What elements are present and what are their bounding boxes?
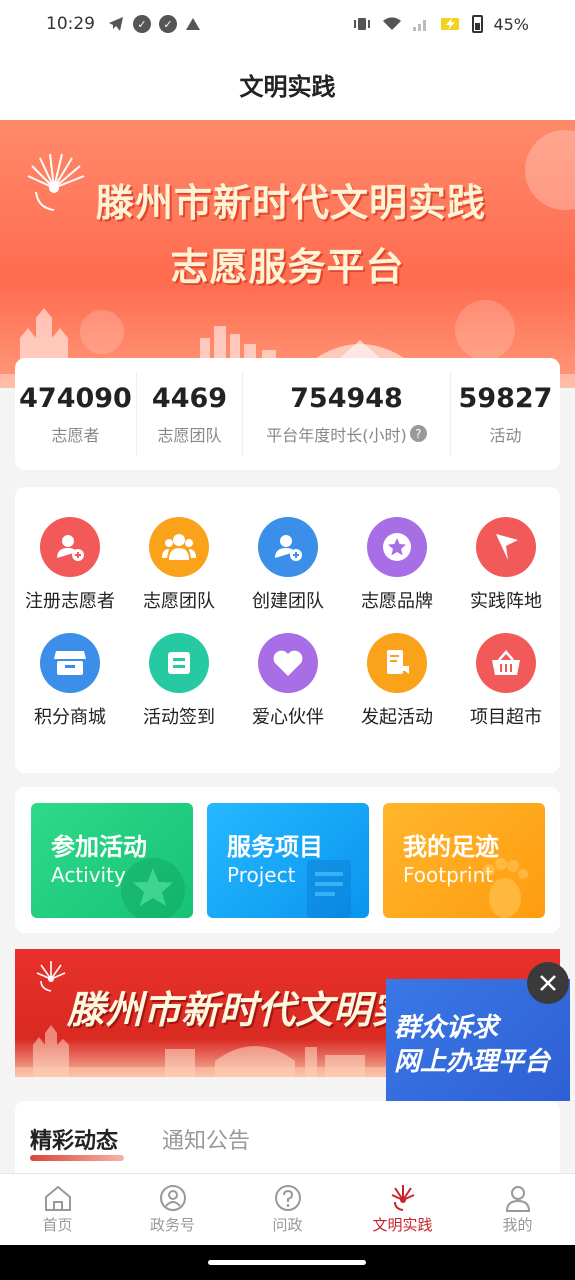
menu-points-store[interactable]: 积分商城 xyxy=(15,633,125,729)
page-title: 文明实践 xyxy=(0,48,575,120)
footprint-icon xyxy=(483,858,528,918)
signal-icon xyxy=(413,20,427,31)
stat-value: 4469 xyxy=(151,382,228,414)
feature-grid: 注册志愿者 志愿团队 创建团队 志愿品牌 实践阵地 积分商城 活动签到 爱心伙伴… xyxy=(15,487,560,773)
menu-launch-activity[interactable]: 发起活动 xyxy=(342,633,452,729)
telegram-icon xyxy=(109,17,123,31)
tab-label: 问政 xyxy=(272,1216,303,1234)
menu-label: 爱心伙伴 xyxy=(252,707,324,728)
civilization-logo-icon xyxy=(27,153,85,211)
card-join-activity[interactable]: 参加活动 Activity xyxy=(31,803,193,918)
tab-gov-account[interactable]: 政务号 xyxy=(115,1174,230,1245)
menu-label: 活动签到 xyxy=(143,707,215,728)
card-my-footprint[interactable]: 我的足迹 Footprint xyxy=(383,803,545,918)
scan-checkin-icon xyxy=(149,633,209,693)
stat-label: 平台年度时长(小时)? xyxy=(266,422,427,446)
active-tab-indicator xyxy=(30,1155,124,1161)
menu-label: 志愿团队 xyxy=(143,591,215,612)
tab-home[interactable]: 首页 xyxy=(0,1174,115,1245)
banner-title-line1: 滕州市新时代文明实践 xyxy=(96,181,487,225)
menu-label: 创建团队 xyxy=(252,591,324,612)
decor-circle xyxy=(525,130,575,210)
card-subtitle: Project xyxy=(227,863,296,887)
tab-announcements[interactable]: 通知公告 xyxy=(162,1123,250,1155)
close-popup-button[interactable] xyxy=(527,962,569,1004)
stat-value: 474090 xyxy=(19,382,132,414)
menu-create-team[interactable]: 创建团队 xyxy=(233,517,343,613)
stats-panel: 474090 志愿者 4469 志愿团队 754948 平台年度时长(小时)? … xyxy=(15,358,560,470)
menu-volunteer-brand[interactable]: 志愿品牌 xyxy=(342,517,452,613)
flag-icon xyxy=(476,517,536,577)
heart-icon xyxy=(258,633,318,693)
menu-label: 发起活动 xyxy=(361,707,433,728)
popup-line2: 网上办理平台 xyxy=(394,1047,551,1077)
tab-label: 文明实践 xyxy=(372,1216,433,1234)
document-icon xyxy=(307,860,351,918)
register-volunteer-icon xyxy=(40,517,100,577)
stat-activities[interactable]: 59827 活动 xyxy=(450,372,560,456)
civilization-logo-icon xyxy=(36,961,66,992)
volunteer-team-icon xyxy=(149,517,209,577)
question-icon xyxy=(274,1185,301,1211)
menu-love-partner[interactable]: 爱心伙伴 xyxy=(233,633,343,729)
notification-icons: ✓ ✓ xyxy=(107,15,201,33)
stat-label: 志愿团队 xyxy=(157,425,222,445)
tab-label: 政务号 xyxy=(149,1216,195,1234)
stat-value: 59827 xyxy=(458,382,553,414)
profile-icon xyxy=(505,1186,530,1212)
home-gesture-handle[interactable] xyxy=(208,1260,366,1265)
battery-percent: 45% xyxy=(493,14,529,34)
tab-label: 首页 xyxy=(42,1216,73,1234)
tab-ask-gov[interactable]: 问政 xyxy=(230,1174,345,1245)
quick-entry-panel: 参加活动 Activity 服务项目 Project 我的足迹 Footprin… xyxy=(15,787,560,933)
stat-value: 754948 xyxy=(290,382,403,414)
store-icon xyxy=(40,633,100,693)
tab-label: 我的 xyxy=(502,1216,533,1234)
stat-label: 志愿者 xyxy=(51,425,100,445)
tab-highlights[interactable]: 精彩动态 xyxy=(30,1123,118,1155)
charging-icon xyxy=(441,18,460,30)
brand-star-icon xyxy=(367,517,427,577)
app-notification-icon: ✓ xyxy=(133,15,151,33)
civilization-icon xyxy=(391,1185,414,1211)
menu-volunteer-team[interactable]: 志愿团队 xyxy=(124,517,234,613)
menu-label: 实践阵地 xyxy=(470,591,542,612)
star-icon xyxy=(121,858,185,918)
basket-icon xyxy=(476,633,536,693)
create-team-icon xyxy=(258,517,318,577)
stat-label: 活动 xyxy=(489,425,522,445)
menu-activity-checkin[interactable]: 活动签到 xyxy=(124,633,234,729)
vibrate-icon xyxy=(354,18,371,30)
menu-label: 志愿品牌 xyxy=(361,591,433,612)
help-icon[interactable]: ? xyxy=(409,425,427,442)
status-bar: 10:29 ✓ ✓ 45% xyxy=(0,0,575,48)
system-navigation-bar xyxy=(0,1245,575,1280)
home-icon xyxy=(44,1185,71,1211)
tab-profile[interactable]: 我的 xyxy=(460,1174,575,1245)
stat-volunteers[interactable]: 474090 志愿者 xyxy=(15,372,136,456)
gov-account-icon xyxy=(159,1185,186,1211)
menu-register-volunteer[interactable]: 注册志愿者 xyxy=(15,517,125,613)
news-section: 精彩动态 通知公告 xyxy=(15,1101,560,1181)
menu-label: 注册志愿者 xyxy=(25,591,115,612)
hero-banner[interactable]: 滕州市新时代文明实践 志愿服务平台 xyxy=(0,120,575,388)
popup-line1: 群众诉求 xyxy=(394,1013,499,1043)
tab-civilization-practice[interactable]: 文明实践 xyxy=(345,1174,460,1245)
card-service-project[interactable]: 服务项目 Project xyxy=(207,803,369,918)
stat-teams[interactable]: 4469 志愿团队 xyxy=(136,372,242,456)
menu-label: 积分商城 xyxy=(34,707,106,728)
menu-practice-base[interactable]: 实践阵地 xyxy=(451,517,561,613)
battery-icon xyxy=(472,15,484,33)
wifi-icon xyxy=(383,17,402,30)
menu-label: 项目超市 xyxy=(470,707,542,728)
check-notification-icon: ✓ xyxy=(159,15,177,33)
menu-project-market[interactable]: 项目超市 xyxy=(451,633,561,729)
stat-annual-hours[interactable]: 754948 平台年度时长(小时)? xyxy=(242,372,450,456)
warning-icon xyxy=(186,18,200,30)
status-time: 10:29 xyxy=(46,14,95,34)
close-icon xyxy=(540,975,556,991)
bottom-tab-bar: 首页 政务号 问政 文明实践 我的 xyxy=(0,1173,575,1245)
launch-activity-icon xyxy=(367,633,427,693)
